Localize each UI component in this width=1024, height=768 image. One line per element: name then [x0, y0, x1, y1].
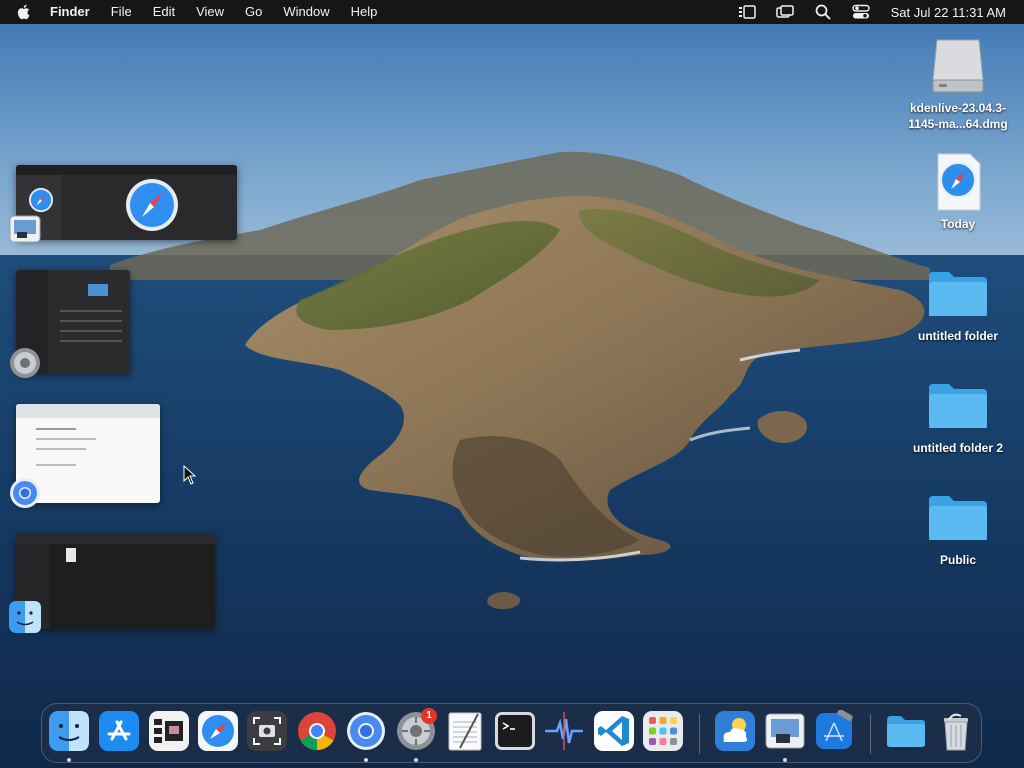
preview-icon: [8, 212, 42, 246]
screenshot-icon: [247, 711, 287, 751]
disk-image-icon: [926, 34, 990, 98]
dock-item-instruments[interactable]: [543, 710, 585, 752]
desktop-icon-label: Today: [940, 217, 976, 231]
dock-item-system-settings[interactable]: 1: [395, 708, 437, 752]
running-indicator: [414, 758, 418, 762]
vscode-icon: [594, 711, 634, 751]
dock-item-safari[interactable]: [197, 710, 239, 752]
desktop-icon-label: untitled folder: [918, 329, 998, 343]
dock-separator: [699, 714, 700, 754]
notification-badge: 1: [421, 708, 437, 724]
menu-file[interactable]: File: [111, 0, 132, 24]
dock-separator: [870, 714, 871, 754]
stage-group-preview[interactable]: [8, 164, 240, 248]
menu-help[interactable]: Help: [351, 0, 378, 24]
desktop-icon-public[interactable]: Public: [898, 486, 1018, 568]
desktop-icon-untitled-folder[interactable]: untitled folder: [898, 262, 1018, 344]
folder-icon: [926, 262, 990, 326]
dock-item-chrome[interactable]: [296, 710, 338, 752]
dock-item-xcode[interactable]: [813, 709, 855, 752]
dock-item-chromium[interactable]: [345, 710, 387, 752]
desktop-icon-today[interactable]: Today: [898, 150, 1018, 232]
spotlight-search-icon[interactable]: [813, 2, 833, 22]
dock-item-launchpad[interactable]: [642, 710, 684, 752]
system-settings-icon: [8, 346, 42, 380]
menu-window[interactable]: Window: [283, 0, 329, 24]
chrome-icon: [298, 712, 336, 751]
dock-item-stage-manager[interactable]: [148, 710, 190, 752]
dock: 1: [41, 703, 982, 763]
desktop-icon-label: Public: [939, 553, 976, 567]
dock-item-vscode[interactable]: [593, 710, 635, 752]
stage-manager-icon[interactable]: [737, 2, 757, 22]
chromium-icon: [8, 476, 42, 510]
stage-thumbnail: [16, 165, 237, 240]
screen-mirroring-icon[interactable]: [775, 2, 795, 22]
safari-document-icon: [926, 150, 990, 214]
menu-bar: Finder File Edit View Go Window Help Sat…: [0, 0, 1024, 24]
app-store-icon: [99, 711, 139, 751]
folder-icon: [926, 374, 990, 438]
dock-item-textedit[interactable]: [444, 710, 486, 752]
trash-icon: [944, 713, 968, 751]
running-indicator: [364, 758, 368, 762]
instruments-icon: [545, 712, 583, 750]
finder-icon: [49, 711, 89, 751]
textedit-icon: [448, 712, 482, 751]
dock-item-downloads[interactable]: [885, 710, 927, 752]
control-center-icon[interactable]: [851, 2, 871, 22]
menu-bar-clock[interactable]: Sat Jul 22 11:31 AM: [891, 5, 1006, 20]
desktop-icon-label: untitled folder 2: [913, 441, 1003, 455]
running-indicator: [67, 758, 71, 762]
running-indicator: [783, 758, 787, 762]
desktop-icon-dmg[interactable]: kdenlive-23.04.3-1145-ma...64.dmg: [898, 34, 1018, 132]
stage-group-finder[interactable]: [8, 532, 220, 638]
safari-icon: [198, 711, 238, 751]
dock-item-preview[interactable]: [764, 710, 806, 752]
desktop-icon-label: kdenlive-23.04.3-1145-ma...64.dmg: [908, 101, 1008, 131]
dock-item-finder[interactable]: [48, 710, 90, 752]
preview-icon: [765, 713, 805, 749]
dock-item-trash[interactable]: [935, 710, 977, 752]
downloads-folder-icon: [887, 716, 925, 747]
menu-app-name[interactable]: Finder: [50, 0, 90, 24]
desktop-wallpaper: [0, 0, 1024, 768]
finder-icon: [8, 600, 42, 634]
stage-group-chromium[interactable]: [8, 402, 162, 510]
folder-icon: [926, 486, 990, 550]
stage-manager-app-icon: [149, 711, 189, 751]
desktop-icon-untitled-folder-2[interactable]: untitled folder 2: [898, 374, 1018, 456]
dock-item-app-store[interactable]: [98, 710, 140, 752]
safari-icon: [126, 179, 178, 231]
dock-item-screenshot[interactable]: [246, 710, 288, 752]
mouse-cursor-icon: [183, 465, 197, 485]
launchpad-icon: [643, 711, 683, 751]
stage-thumbnail: [16, 534, 215, 629]
chromium-icon: [347, 712, 385, 750]
dock-item-terminal[interactable]: [494, 710, 536, 752]
menu-go[interactable]: Go: [245, 0, 262, 24]
weather-icon: [715, 711, 755, 751]
stage-group-system-settings[interactable]: [8, 268, 138, 380]
menu-edit[interactable]: Edit: [153, 0, 175, 24]
xcode-icon: [816, 709, 853, 749]
menu-view[interactable]: View: [196, 0, 224, 24]
apple-logo-icon[interactable]: [14, 2, 34, 22]
dock-item-weather[interactable]: [714, 710, 756, 752]
terminal-icon: [495, 712, 535, 750]
